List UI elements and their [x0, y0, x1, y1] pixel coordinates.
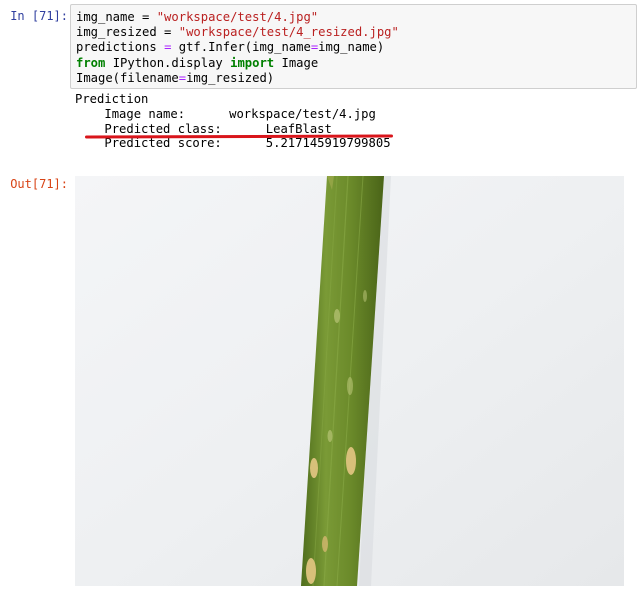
input-prompt: In [71]:	[10, 9, 68, 23]
stdout-output: Prediction Image name: workspace/test/4.…	[75, 92, 391, 151]
code-line-3: predictions = gtf.Infer(img_name=img_nam…	[76, 40, 385, 55]
code-line-5: Image(filename=img_resized)	[76, 70, 275, 85]
prediction-heading: Prediction	[75, 92, 149, 106]
blast-lesion	[346, 447, 356, 475]
lesion-spot	[327, 430, 333, 442]
code-line-4: from IPython.display import Image	[76, 55, 319, 70]
lesion-spot	[347, 377, 353, 395]
image-name-label: Image name:	[104, 106, 186, 121]
code-line-2: img_resized = "workspace/test/4_resized.…	[76, 25, 399, 40]
lesion-spot	[334, 309, 340, 323]
blast-lesion	[322, 536, 328, 552]
blast-lesion	[306, 558, 316, 584]
output-prompt: Out[71]:	[10, 177, 68, 191]
code-line-1: img_name = "workspace/test/4.jpg"	[76, 10, 319, 24]
image-name-value: workspace/test/4.jpg	[229, 106, 376, 121]
predicted-class-label: Predicted class:	[104, 121, 222, 136]
leaf-output-image	[75, 176, 624, 586]
predicted-score-value: 5.217145919799805	[265, 136, 391, 151]
code-editor[interactable]: img_name = "workspace/test/4.jpg" img_re…	[76, 10, 399, 86]
predicted-score-label: Predicted score:	[104, 136, 222, 151]
predicted-class-value: LeafBlast	[265, 121, 332, 136]
lesion-spot	[363, 290, 367, 302]
blast-lesion	[310, 458, 318, 478]
code-input-area[interactable]: img_name = "workspace/test/4.jpg" img_re…	[70, 4, 637, 89]
